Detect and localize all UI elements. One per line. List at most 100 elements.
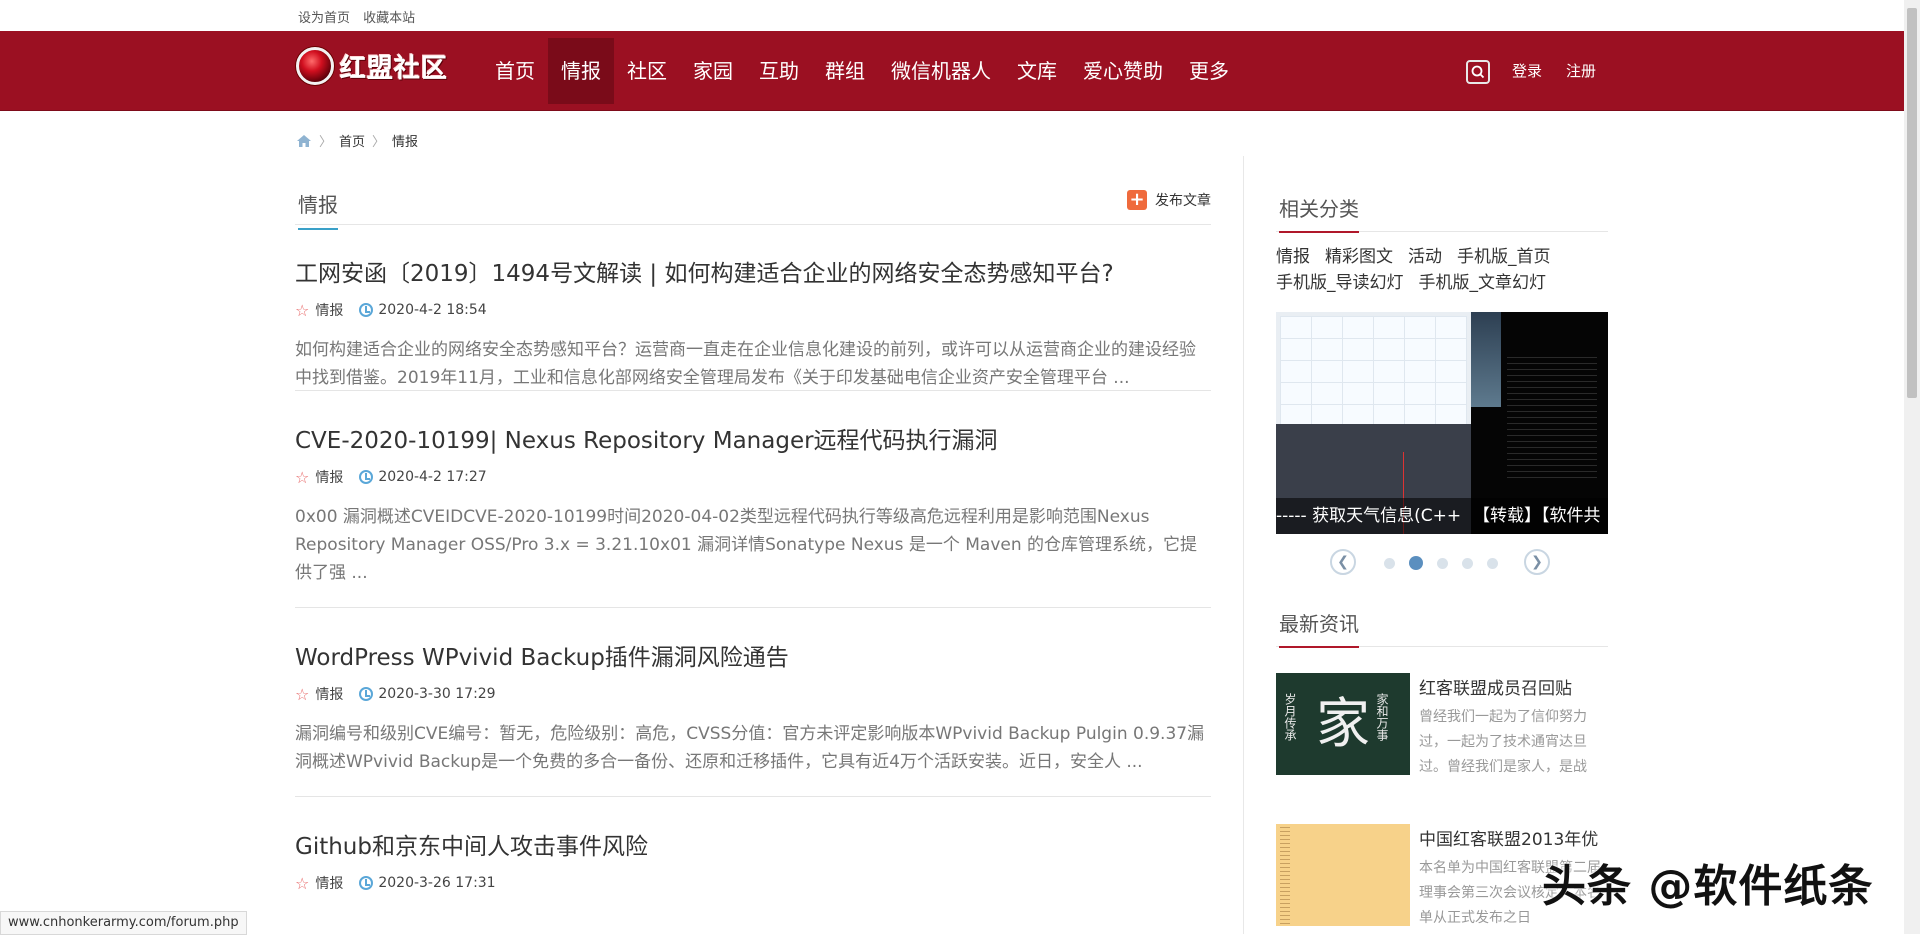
breadcrumb: 〉 首页 〉 情报 [296,131,418,150]
nav-item-more[interactable]: 更多 [1176,38,1242,104]
search-icon [1471,65,1485,79]
nav-item-donate[interactable]: 爱心赞助 [1070,38,1176,104]
article-summary: 漏洞编号和级别CVE编号：暂无，危险级别：高危，CVSS分值：官方未评定影响版本… [295,724,1205,772]
slider-dots [1384,556,1512,570]
article-category[interactable]: 情报 [315,684,343,704]
utility-links: 设为首页 收藏本站 [298,7,424,26]
article-category[interactable]: 情报 [315,467,343,487]
publish-article-button[interactable]: + 发布文章 [1127,190,1211,210]
breadcrumb-home[interactable]: 首页 [339,131,365,150]
clock-icon [359,687,374,701]
article-title[interactable]: 工网安函〔2019〕1494号文解读 | 如何构建适合企业的网络安全态势感知平台… [295,254,1211,288]
slider-next-icon[interactable]: ❯ [1524,549,1550,575]
article-summary: 如何构建适合企业的网络安全态势感知平台？运营商一直走在企业信息化建设的前列，或许… [295,340,1196,388]
scrollbar-thumb[interactable] [1907,8,1917,398]
logo-emblem-icon [296,47,334,85]
article-title[interactable]: Github和京东中间人攻击事件风险 [295,827,1211,861]
category-link[interactable]: 情报 [1276,247,1310,267]
status-bar-url: www.cnhonkerarmy.com/forum.php [0,911,247,935]
section-title: 情报 [298,189,338,230]
news-info: 红客联盟成员召回贴 曾经我们一起为了信仰努力过，一起为了技术通宵达旦过。曾经我们… [1419,673,1608,780]
article-summary: 0x00 漏洞概述CVEIDCVE-2020-10199时间2020-04-02… [295,507,1198,583]
nav-item-library[interactable]: 文库 [1004,38,1070,104]
article-date: 2020-3-26 17:31 [378,875,496,891]
news-item[interactable]: 岁月传承 家 家和万事 红客联盟成员召回贴 曾经我们一起为了信仰努力过，一起为了… [1276,673,1608,780]
star-icon[interactable]: ☆ [295,685,309,704]
slider-dot[interactable] [1487,557,1498,569]
slider-dot-active[interactable] [1409,556,1423,570]
nav-item-mutual-help[interactable]: 互助 [746,38,812,104]
thumb-big-text: 家 [1316,692,1370,755]
breadcrumb-current[interactable]: 情报 [392,131,418,150]
nav-item-wechat-bot[interactable]: 微信机器人 [878,38,1004,104]
article-title[interactable]: CVE-2020-10199| Nexus Repository Manager… [295,421,1211,455]
news-item-title[interactable]: 中国红客联盟2013年优 [1419,825,1608,850]
clock-icon [359,303,374,317]
home-icon[interactable] [296,134,312,148]
category-link[interactable]: 精彩图文 [1325,247,1393,267]
site-header: 红盟社区 首页 情报 社区 家园 互助 群组 微信机器人 文库 爱心赞助 更多 … [0,31,1904,111]
category-link[interactable]: 活动 [1408,247,1442,267]
nav-item-community[interactable]: 社区 [614,38,680,104]
related-categories-panel: 相关分类 情报 精彩图文 活动 手机版_首页 手机版_导读幻灯 手机版_文章幻灯 ---… [1276,193,1608,592]
thumb-ruler [1280,824,1290,926]
slider-dot[interactable] [1384,557,1395,569]
thumb-left-text: 岁月传承 [1283,693,1297,741]
slide-weather-grid [1280,316,1467,426]
bookmark-link[interactable]: 收藏本站 [363,11,415,26]
nav-item-groups[interactable]: 群组 [812,38,878,104]
article-category[interactable]: 情报 [315,873,343,893]
plus-icon: + [1127,190,1147,210]
set-home-link[interactable]: 设为首页 [298,11,350,26]
category-link[interactable]: 手机版_导读幻灯 [1276,273,1404,293]
search-button[interactable] [1466,60,1490,84]
slider-dot[interactable] [1462,557,1473,569]
slide-photo [1471,312,1501,407]
nav-item-home[interactable]: 首页 [482,38,548,104]
related-header: 相关分类 [1276,193,1608,233]
thumb-right-text: 家和万事 [1375,693,1389,741]
category-links: 情报 精彩图文 活动 手机版_首页 手机版_导读幻灯 手机版_文章幻灯 [1276,244,1608,296]
clock-icon [359,876,374,890]
page-scrollbar[interactable] [1904,0,1920,934]
category-link[interactable]: 手机版_首页 [1457,247,1551,267]
nav-item-homeland[interactable]: 家园 [680,38,746,104]
slider-dot[interactable] [1437,557,1448,569]
news-title: 最新资讯 [1279,608,1359,648]
article-meta: ☆ 情报 2020-3-30 17:29 [295,684,1211,704]
slider-prev-icon[interactable]: ❮ [1330,549,1356,575]
star-icon[interactable]: ☆ [295,874,309,893]
column-divider [1243,156,1244,934]
news-header: 最新资讯 [1276,608,1608,648]
slide-caption-bar: ----- 获取天气信息(C++ 【转载】【软件共 [1276,498,1608,534]
article-title[interactable]: WordPress WPvivid Backup插件漏洞风险通告 [295,638,1211,672]
article-item: WordPress WPvivid Backup插件漏洞风险通告 ☆ 情报 20… [295,608,1211,797]
slide-caption[interactable]: 【转载】【软件共 [1473,498,1601,534]
news-item-desc: 曾经我们一起为了信仰努力过，一起为了技术通宵达旦过。曾经我们是家人，是战 [1419,709,1587,775]
article-meta: ☆ 情报 2020-4-2 17:27 [295,467,1211,487]
article-date: 2020-4-2 18:54 [378,302,487,318]
category-link[interactable]: 手机版_文章幻灯 [1419,273,1547,293]
star-icon[interactable]: ☆ [295,468,309,487]
news-thumbnail[interactable] [1276,824,1410,926]
watermark-text: 头条 @软件纸条 [1542,861,1874,912]
top-utility-bar: 设为首页 收藏本站 [0,0,1904,31]
breadcrumb-separator: 〉 [372,135,386,150]
section-header: 情报 + 发布文章 [295,156,1211,230]
related-title: 相关分类 [1279,193,1359,233]
star-icon[interactable]: ☆ [295,301,309,320]
article-item: 工网安函〔2019〕1494号文解读 | 如何构建适合企业的网络安全态势感知平台… [295,225,1211,391]
article-category[interactable]: 情报 [315,300,343,320]
nav-item-intel[interactable]: 情报 [548,38,614,104]
slide-console-lines [1507,352,1597,482]
article-meta: ☆ 情报 2020-4-2 18:54 [295,300,1211,320]
register-link[interactable]: 注册 [1566,60,1596,81]
article-list-column: 情报 + 发布文章 工网安函〔2019〕1494号文解读 | 如何构建适合企业的… [295,156,1211,893]
image-slider[interactable]: ----- 获取天气信息(C++ 【转载】【软件共 [1276,312,1608,534]
login-link[interactable]: 登录 [1512,60,1542,81]
clock-icon [359,470,374,484]
news-thumbnail[interactable]: 岁月传承 家 家和万事 [1276,673,1410,775]
slide-caption[interactable]: ----- 获取天气信息(C++ [1276,498,1461,534]
site-logo[interactable]: 红盟社区 [296,47,470,85]
news-item-title[interactable]: 红客联盟成员召回贴 [1419,674,1608,699]
